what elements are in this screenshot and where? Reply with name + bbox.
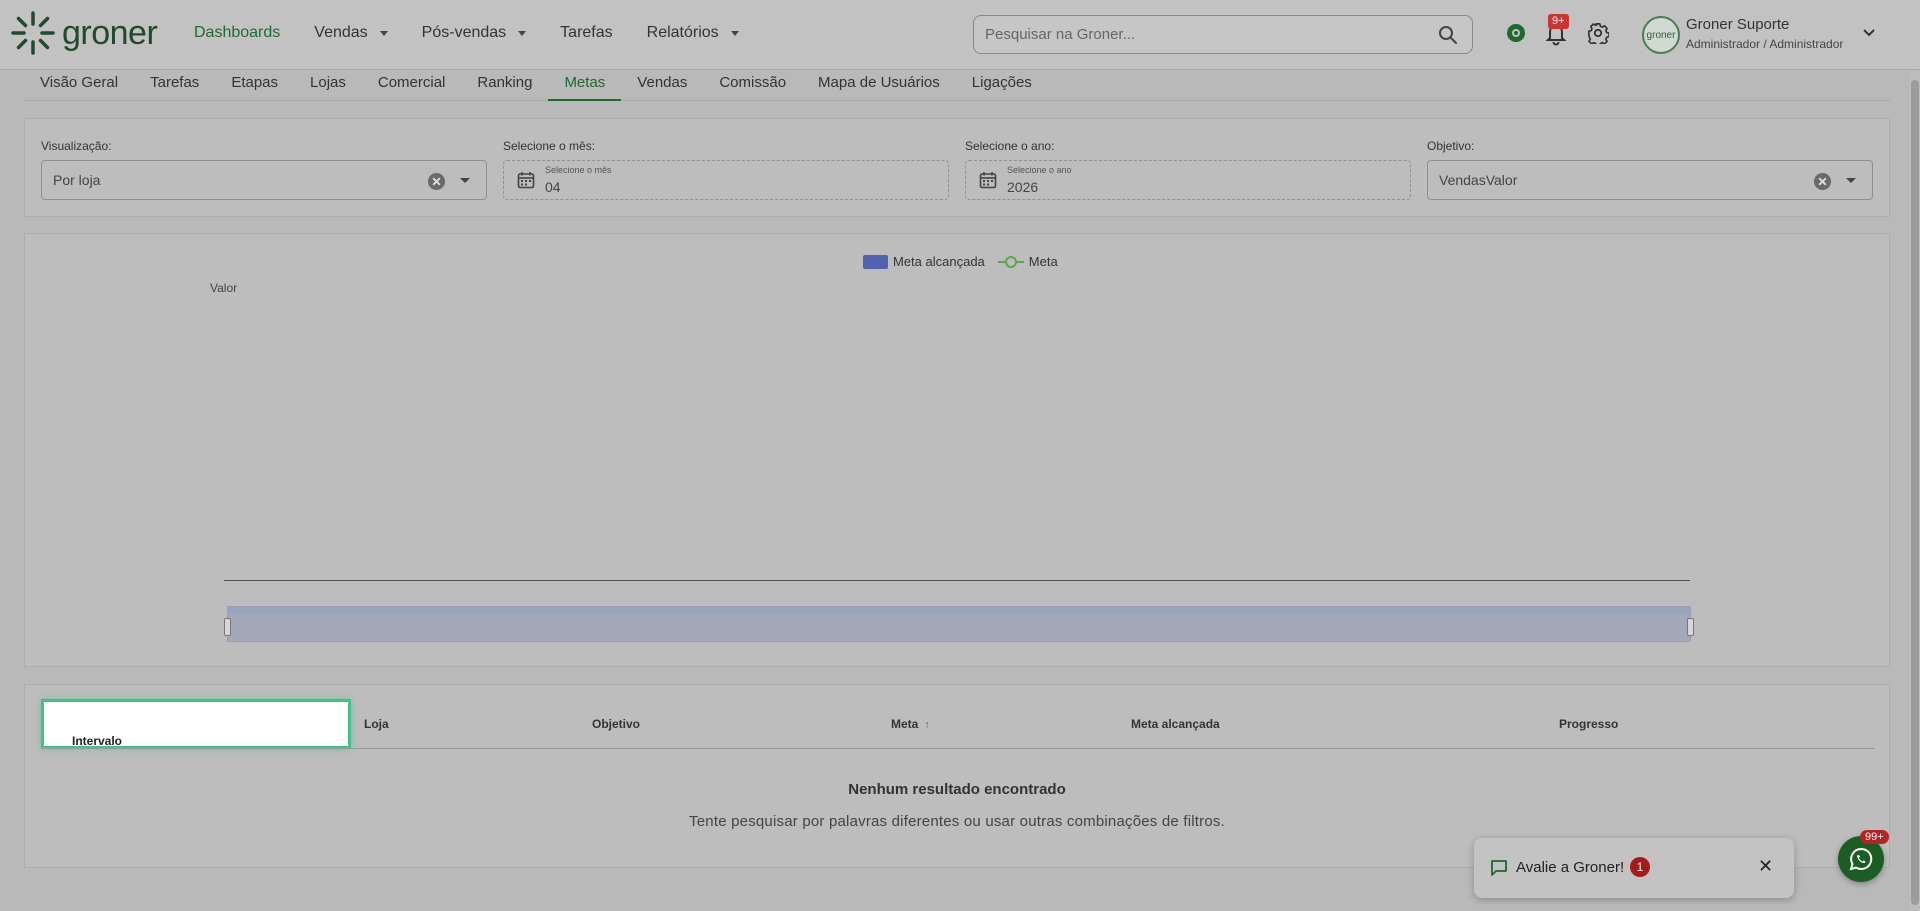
top-header: groner Dashboards Vendas Pós-vendas Tare… — [0, 0, 1920, 70]
mes-small-label: Selecione o mês — [545, 165, 612, 175]
column-header-intervalo[interactable]: Intervalo ↑ — [41, 699, 351, 749]
mes-label: Selecione o mês: — [503, 139, 596, 153]
tab-mapa-de-usuarios[interactable]: Mapa de Usuários — [802, 70, 956, 101]
whatsapp-icon — [1849, 847, 1873, 871]
column-header-progresso[interactable]: Progresso — [1559, 717, 1618, 731]
table-header-divider — [41, 748, 1875, 749]
dropdown-arrow-icon[interactable] — [1846, 178, 1856, 183]
chevron-down-icon[interactable] — [1862, 28, 1876, 38]
user-role: Administrador / Administrador — [1686, 37, 1844, 51]
clear-icon[interactable] — [427, 172, 446, 191]
nav-vendas[interactable]: Vendas — [314, 24, 388, 42]
chevron-down-icon — [379, 30, 388, 36]
clear-icon[interactable] — [1813, 172, 1832, 191]
search-input[interactable] — [974, 16, 1404, 53]
dropdown-arrow-icon[interactable] — [460, 178, 470, 183]
nav-relatorios-label: Relatórios — [646, 24, 719, 41]
legend-swatch-meta-alcancada[interactable] — [863, 254, 888, 269]
nav-tarefas[interactable]: Tarefas — [560, 24, 612, 42]
tab-ranking[interactable]: Ranking — [461, 70, 548, 101]
mes-datepicker[interactable]: Selecione o mês 04 — [503, 160, 949, 200]
tab-comercial[interactable]: Comercial — [362, 70, 462, 101]
mes-value: 04 — [545, 179, 561, 195]
tab-comissao[interactable]: Comissão — [703, 70, 802, 101]
calendar-icon — [979, 172, 997, 189]
objetivo-filter: Objetivo: VendasValor — [1427, 139, 1873, 200]
tab-ligacoes[interactable]: Ligações — [956, 70, 1048, 101]
tab-lojas[interactable]: Lojas — [294, 70, 362, 101]
column-header-meta[interactable]: Meta ↑ — [891, 717, 930, 731]
chat-bubble-icon — [1491, 860, 1507, 876]
objetivo-label: Objetivo: — [1427, 139, 1475, 153]
top-nav: Dashboards Vendas Pós-vendas Tarefas Rel… — [194, 24, 773, 42]
user-menu[interactable]: groner Groner Suporte Administrador / Ad… — [1642, 16, 1843, 54]
sort-arrow-up-icon: ↑ — [78, 734, 84, 748]
zoom-slider-track — [228, 607, 1690, 614]
notifications-badge: 9+ — [1548, 14, 1569, 29]
chevron-down-icon — [518, 30, 527, 36]
ano-datepicker[interactable]: Selecione o ano 2026 — [965, 160, 1411, 200]
ano-label: Selecione o ano: — [965, 139, 1055, 153]
logo-text: groner — [62, 13, 158, 52]
nav-pos-vendas[interactable]: Pós-vendas — [422, 24, 527, 42]
feedback-count-badge: 1 — [1630, 857, 1650, 877]
tab-tarefas[interactable]: Tarefas — [134, 70, 215, 101]
refresh-eye-icon[interactable] — [1505, 22, 1527, 44]
calendar-icon — [517, 172, 535, 189]
gear-icon[interactable] — [1587, 22, 1609, 44]
x-axis-line — [224, 580, 1690, 581]
search-icon[interactable] — [1438, 25, 1458, 45]
tab-visao-geral[interactable]: Visão Geral — [24, 70, 134, 101]
objetivo-select[interactable]: VendasValor — [1427, 160, 1873, 200]
objetivo-value: VendasValor — [1439, 172, 1518, 188]
dashboard-tabs: Visão Geral Tarefas Etapas Lojas Comerci… — [24, 70, 1890, 101]
nav-tarefas-label: Tarefas — [560, 24, 613, 41]
nav-dashboards-label: Dashboards — [194, 24, 281, 41]
empty-state-title: Nenhum resultado encontrado — [848, 781, 1066, 798]
groner-logo[interactable]: groner — [10, 10, 158, 56]
column-header-loja[interactable]: Loja — [364, 717, 389, 731]
nav-dashboards[interactable]: Dashboards — [194, 24, 280, 42]
logo-burst-icon — [11, 11, 55, 55]
sort-arrow-up-icon: ↑ — [924, 719, 930, 731]
whatsapp-badge: 99+ — [1860, 830, 1889, 844]
global-search — [973, 15, 1473, 54]
chart-zoom-slider[interactable] — [224, 606, 1694, 642]
visualizacao-select[interactable]: Por loja — [41, 160, 487, 200]
nav-pos-vendas-label: Pós-vendas — [421, 24, 507, 41]
y-axis-label: Valor — [210, 281, 238, 295]
nav-vendas-label: Vendas — [314, 24, 368, 41]
column-header-meta-alcancada[interactable]: Meta alcançada — [1131, 717, 1220, 731]
zoom-handle-left[interactable] — [224, 618, 231, 636]
avatar: groner — [1642, 16, 1680, 54]
visualizacao-value: Por loja — [53, 172, 101, 188]
ano-small-label: Selecione o ano — [1007, 165, 1072, 175]
tab-etapas[interactable]: Etapas — [215, 70, 294, 101]
metas-chart: Meta alcançada Meta Valor — [24, 233, 1890, 667]
ano-filter: Selecione o ano: Selecione o ano 2026 — [965, 139, 1411, 200]
ano-value: 2026 — [1007, 179, 1039, 195]
legend-swatch-meta[interactable] — [997, 255, 1024, 269]
legend-label-meta[interactable]: Meta — [1029, 254, 1058, 269]
filters-panel: Visualização: Por loja Selecione o mês: … — [24, 118, 1890, 217]
tab-metas[interactable]: Metas — [548, 70, 622, 101]
tab-vendas[interactable]: Vendas — [621, 70, 703, 101]
empty-state-subtitle: Tente pesquisar por palavras diferentes … — [689, 813, 1225, 830]
user-name: Groner Suporte — [1686, 16, 1790, 33]
mes-filter: Selecione o mês: Selecione o mês 04 — [503, 139, 949, 200]
visualizacao-label: Visualização: — [41, 139, 112, 153]
chart-legend: Meta alcançada Meta — [863, 254, 1058, 269]
visualizacao-filter: Visualização: Por loja — [41, 139, 487, 200]
feedback-widget[interactable]: Avalie a Groner! 1 ✕ — [1474, 838, 1794, 898]
close-icon[interactable]: ✕ — [1758, 856, 1773, 877]
column-header-objetivo[interactable]: Objetivo — [592, 717, 640, 731]
page-scroll-thumb[interactable] — [1911, 80, 1919, 905]
legend-label-meta-alcancada[interactable]: Meta alcançada — [893, 254, 985, 269]
feedback-text[interactable]: Avalie a Groner! — [1516, 859, 1624, 876]
avatar-text: groner — [1646, 29, 1676, 41]
chevron-down-icon — [730, 30, 739, 36]
nav-relatorios[interactable]: Relatórios — [647, 24, 739, 42]
zoom-handle-right[interactable] — [1687, 618, 1694, 636]
meta-header-label: Meta — [891, 717, 919, 731]
